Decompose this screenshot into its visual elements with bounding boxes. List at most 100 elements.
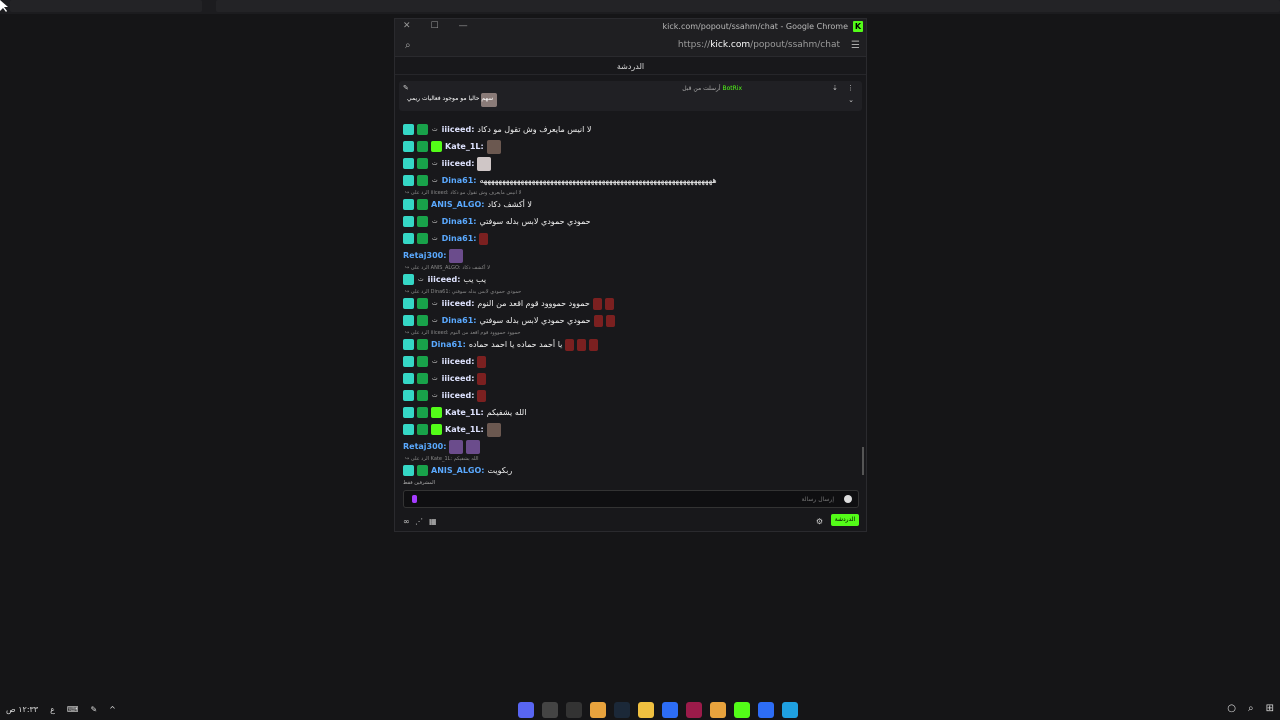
chat-username[interactable]: Dina61:	[431, 340, 466, 349]
rose-emote[interactable]	[479, 232, 489, 245]
site-settings-icon[interactable]: ☰	[851, 40, 860, 51]
face-emote[interactable]	[486, 422, 501, 437]
chat-scrollbar[interactable]	[862, 447, 864, 475]
chat-message[interactable]: ت Dina61:	[403, 230, 863, 247]
clock-text[interactable]: ١٢:٣٣ ص	[6, 705, 38, 714]
rose-emote[interactable]	[565, 338, 575, 351]
chat-username[interactable]: iiiceed:	[428, 275, 461, 284]
face-emote[interactable]	[486, 139, 501, 154]
calendar-icon[interactable]: ▦	[429, 517, 437, 526]
chevron-down-icon[interactable]: ⌄	[848, 96, 854, 104]
zoom-icon[interactable]: ⌕	[405, 40, 411, 51]
emote-picker-icon[interactable]	[412, 495, 417, 503]
more-options-icon[interactable]: ⋮	[847, 84, 854, 92]
chat-username[interactable]: ANIS_ALGO:	[431, 200, 484, 209]
steam-alt-taskbar-icon[interactable]	[566, 702, 582, 718]
keyboard-icon[interactable]: ⌨	[67, 705, 79, 714]
reply-reference[interactable]: ↪ الرد على Dina61: حمودي حمودي لابس بدله…	[403, 288, 863, 295]
settings-icon[interactable]: ⚙	[816, 517, 823, 526]
share-icon[interactable]: ⋰	[415, 517, 423, 526]
chat-message[interactable]: ت Dina61: هههههههههههههههههههههههههههههههه…	[403, 172, 863, 189]
chat-message[interactable]: ANIS_ALGO: لا أكشف دكاد	[403, 196, 863, 213]
rose-emote[interactable]	[604, 297, 614, 310]
chat-message[interactable]: Dina61: يا أحمد حماده يا احمد حماده	[403, 336, 863, 353]
steam-taskbar-icon[interactable]	[614, 702, 630, 718]
chat-username[interactable]: iiiceed:	[442, 357, 475, 366]
chat-send-button[interactable]: الدردشة	[831, 514, 859, 526]
chat-message[interactable]: Kate_1L:	[403, 421, 863, 438]
rose-emote[interactable]	[589, 338, 599, 351]
chat-username[interactable]: iiiceed:	[442, 374, 475, 383]
chat-username[interactable]: iiiceed:	[442, 159, 475, 168]
chat-username[interactable]: Retaj300:	[403, 251, 446, 260]
unpin-icon[interactable]: ⇣	[832, 84, 838, 92]
chat-username[interactable]: iiiceed:	[442, 299, 475, 308]
chat-username[interactable]: Kate_1L:	[445, 142, 484, 151]
chat-username[interactable]: iiiceed:	[442, 391, 475, 400]
rose-emote[interactable]	[592, 297, 602, 310]
chat-message[interactable]: Kate_1L:	[403, 138, 863, 155]
reply-reference[interactable]: ↪ الرد على ANIS_ALGO: لا أكشف دكاد	[403, 264, 863, 271]
reply-reference[interactable]: ↪ الرد على iiiceed: لا انيس مايعرف وش تق…	[403, 189, 863, 196]
chat-username[interactable]: Dina61:	[442, 217, 477, 226]
purple-emote[interactable]	[466, 439, 481, 454]
pen-icon[interactable]: ✎	[90, 705, 97, 714]
maximize-icon[interactable]: ☐	[431, 21, 439, 31]
chat-message[interactable]: ت iiiceed: لا انيس مايعرف وش تقول مو دكاد	[403, 121, 863, 138]
app-taskbar-icon[interactable]	[662, 702, 678, 718]
chat-message[interactable]: ت iiiceed:	[403, 370, 863, 387]
chat-username[interactable]: Dina61:	[442, 176, 477, 185]
purple-emote[interactable]	[449, 248, 464, 263]
chat-message[interactable]: ت iiiceed:	[403, 387, 863, 404]
infinity-icon[interactable]: ∞	[403, 517, 410, 526]
minimize-icon[interactable]: —	[459, 21, 468, 31]
pinned-sender[interactable]: BotRix	[722, 85, 742, 92]
rose-emote[interactable]	[477, 389, 487, 402]
chat-message[interactable]: Retaj300:	[403, 247, 863, 264]
chat-username[interactable]: Dina61:	[442, 234, 477, 243]
chat-username[interactable]: Dina61:	[442, 316, 477, 325]
chevron-up-icon[interactable]: ^	[109, 705, 116, 714]
chat-message[interactable]: ت Dina61: حمودي حمودي لابس بدله سوفتي	[403, 312, 863, 329]
close-icon[interactable]: ✕	[403, 21, 411, 31]
reply-reference[interactable]: ↪ الرد على Kate_1L: الله يشفيكم	[403, 455, 863, 462]
girl-emote[interactable]	[477, 156, 492, 171]
settings-taskbar-icon[interactable]	[542, 702, 558, 718]
chat-message[interactable]: ت iiiceed:	[403, 155, 863, 172]
folder-taskbar-icon[interactable]	[638, 702, 654, 718]
browser-tab-strip[interactable]	[10, 0, 202, 12]
kick-taskbar-icon[interactable]	[734, 702, 750, 718]
discord-taskbar-icon[interactable]	[518, 702, 534, 718]
chat-message[interactable]: ت iiiceed: حموود حمووود قوم اقعد من النوم	[403, 295, 863, 312]
edge-taskbar-icon[interactable]	[782, 702, 798, 718]
url-text[interactable]: https://kick.com/popout/ssahm/chat	[678, 40, 840, 50]
chat-input[interactable]: إرسال رسالة	[403, 490, 859, 508]
chat-message[interactable]: ت Dina61: حمودي حمودي لابس بدله سوفتي	[403, 213, 863, 230]
rose-emote[interactable]	[477, 372, 487, 385]
rose-emote[interactable]	[477, 355, 487, 368]
chat-message[interactable]: Retaj300:	[403, 438, 863, 455]
language-indicator[interactable]: ع	[50, 705, 55, 714]
search-icon[interactable]: ⌕	[1248, 703, 1254, 714]
chat-username[interactable]: iiiceed:	[442, 125, 475, 134]
app-taskbar-icon[interactable]	[758, 702, 774, 718]
chat-message[interactable]: ت iiiceed: يب يب	[403, 271, 863, 288]
chrome-taskbar-icon[interactable]	[590, 702, 606, 718]
rose-emote[interactable]	[593, 314, 603, 327]
purple-emote[interactable]	[449, 439, 464, 454]
pinned-message[interactable]: ✎ أرسلت من قبل BotRix ⇣ ⋮ ⌄ سهم حاليا مو…	[399, 81, 862, 111]
chat-username[interactable]: Kate_1L:	[445, 425, 484, 434]
rose-emote[interactable]	[577, 338, 587, 351]
chat-username[interactable]: Retaj300:	[403, 442, 446, 451]
reply-reference[interactable]: ↪ الرد على iiiceed: حموود حمووود قوم اقع…	[403, 329, 863, 336]
chat-username[interactable]: Kate_1L:	[445, 408, 484, 417]
windows-start-icon[interactable]: ⊞	[1266, 703, 1274, 714]
chrome-taskbar-icon[interactable]	[710, 702, 726, 718]
app-red-taskbar-icon[interactable]	[686, 702, 702, 718]
address-bar[interactable]: ⌕ https://kick.com/popout/ssahm/chat ☰	[395, 35, 866, 57]
chat-message[interactable]: ت iiiceed:	[403, 353, 863, 370]
cortana-icon[interactable]: ○	[1227, 703, 1236, 714]
emoji-icon[interactable]	[844, 495, 852, 503]
chat-message[interactable]: Kate_1L: الله يشفيكم	[403, 404, 863, 421]
rose-emote[interactable]	[605, 314, 615, 327]
